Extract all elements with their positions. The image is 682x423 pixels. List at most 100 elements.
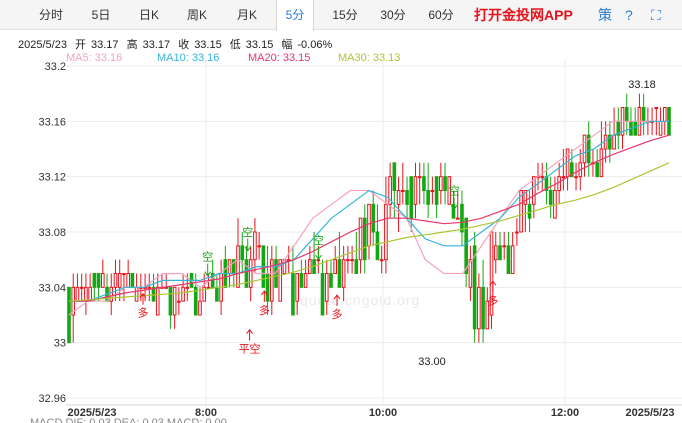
- candle-down: [624, 107, 629, 122]
- y-tick-label: 33.12: [38, 172, 66, 184]
- candle-up: [612, 134, 616, 150]
- low-price-label: 33.00: [418, 356, 446, 368]
- candle-down: [506, 245, 511, 274]
- candle-up: [510, 245, 515, 274]
- high-price-label: 33.18: [628, 79, 656, 91]
- candle-up: [350, 259, 354, 262]
- macd-legend: MACD DIF: 0.03 DEA: 0.03 MACD: 0.00: [30, 417, 227, 423]
- candle-down: [130, 273, 135, 288]
- candle-down: [371, 203, 376, 233]
- candle-up: [198, 300, 202, 316]
- candle-up: [126, 273, 130, 288]
- candle-down: [443, 176, 447, 192]
- candle-up: [599, 148, 604, 178]
- candle-up: [654, 107, 659, 109]
- signal-buy-label: 多: [138, 306, 149, 320]
- candle-up: [257, 245, 261, 248]
- candle-up: [134, 286, 139, 302]
- candle-down: [291, 273, 295, 316]
- x-tick-label: 10:00: [369, 407, 397, 419]
- candle-down: [460, 203, 464, 233]
- candle-up: [358, 217, 363, 261]
- y-tick-label: 32.96: [38, 393, 66, 405]
- candle-up: [303, 273, 308, 288]
- candle-down: [641, 107, 646, 122]
- candle-up: [181, 286, 185, 302]
- candle-up: [493, 245, 498, 261]
- candle-up: [316, 259, 321, 262]
- candle-up: [574, 176, 578, 179]
- candle-up: [515, 231, 519, 234]
- candle-down: [329, 273, 333, 288]
- candle-down: [92, 273, 97, 288]
- candle-up: [84, 286, 88, 302]
- candle-up: [561, 176, 566, 179]
- signal-sell-label: 空: [313, 233, 324, 247]
- candle-down: [595, 162, 599, 178]
- candle-down: [375, 231, 380, 261]
- signal-sell-label: 空: [449, 183, 460, 197]
- candle-down: [409, 176, 414, 219]
- candle-down: [434, 176, 439, 205]
- candle-down: [362, 217, 367, 261]
- candle-down: [240, 245, 245, 261]
- candle-up: [455, 217, 460, 220]
- candle-down: [464, 217, 468, 275]
- candle-up: [502, 245, 507, 248]
- candle-down: [168, 286, 173, 316]
- candle-up: [367, 203, 371, 247]
- candle-down: [422, 176, 426, 192]
- candle-up: [117, 273, 122, 288]
- y-tick-label: 33.04: [38, 282, 66, 294]
- candle-up: [248, 259, 253, 288]
- candle-up: [346, 259, 350, 262]
- signal-sell-label: 空: [202, 250, 213, 264]
- candle-down: [405, 190, 409, 205]
- candle-up: [236, 245, 240, 288]
- candle-up: [430, 190, 435, 192]
- y-tick-label: 33.2: [45, 61, 66, 73]
- candlestick-chart: 33.2 33.16 33.12 33.08 33.04 33 32.96 2025/5/23…: [30, 60, 682, 423]
- candle-up: [477, 286, 481, 330]
- y-tick-label: 33.16: [38, 116, 66, 128]
- candle-up: [75, 286, 80, 302]
- y-tick-label: 33: [54, 338, 66, 350]
- candle-down: [527, 203, 532, 219]
- signal-buy-label: 多: [332, 307, 343, 321]
- signal-sell-label: 空: [242, 225, 253, 239]
- candle-down: [392, 162, 397, 191]
- candle-up: [100, 273, 105, 288]
- candle-up: [185, 286, 190, 289]
- candle-up: [582, 134, 587, 164]
- candle-down: [633, 120, 638, 136]
- candle-up: [147, 286, 152, 289]
- candle-up: [417, 176, 422, 179]
- candle-up: [379, 259, 384, 262]
- candle-down: [320, 273, 325, 316]
- candle-up: [439, 176, 443, 192]
- x-tick-label: 2025/5/23: [626, 407, 675, 419]
- candle-up: [79, 286, 84, 289]
- candle-up: [384, 203, 388, 261]
- candle-up: [177, 300, 181, 303]
- candle-up: [540, 176, 545, 179]
- candle-up: [400, 190, 405, 192]
- candle-up: [113, 273, 118, 288]
- signal-buy-label: 多: [487, 293, 498, 307]
- candle-down: [215, 286, 219, 302]
- candle-up: [155, 286, 160, 316]
- candle-down: [498, 245, 502, 261]
- candle-down: [426, 190, 430, 205]
- candle-up: [341, 259, 346, 288]
- candle-up: [557, 176, 561, 192]
- candle-up: [172, 286, 177, 316]
- candle-up: [333, 259, 338, 274]
- candle-down: [548, 190, 553, 205]
- candle-up: [662, 107, 667, 122]
- x-tick-label: 12:00: [551, 407, 579, 419]
- candle-up: [603, 134, 608, 150]
- candle-up: [295, 273, 299, 302]
- signal-buy-label: 多: [259, 303, 270, 317]
- candle-down: [354, 259, 359, 274]
- candle-down: [299, 273, 304, 288]
